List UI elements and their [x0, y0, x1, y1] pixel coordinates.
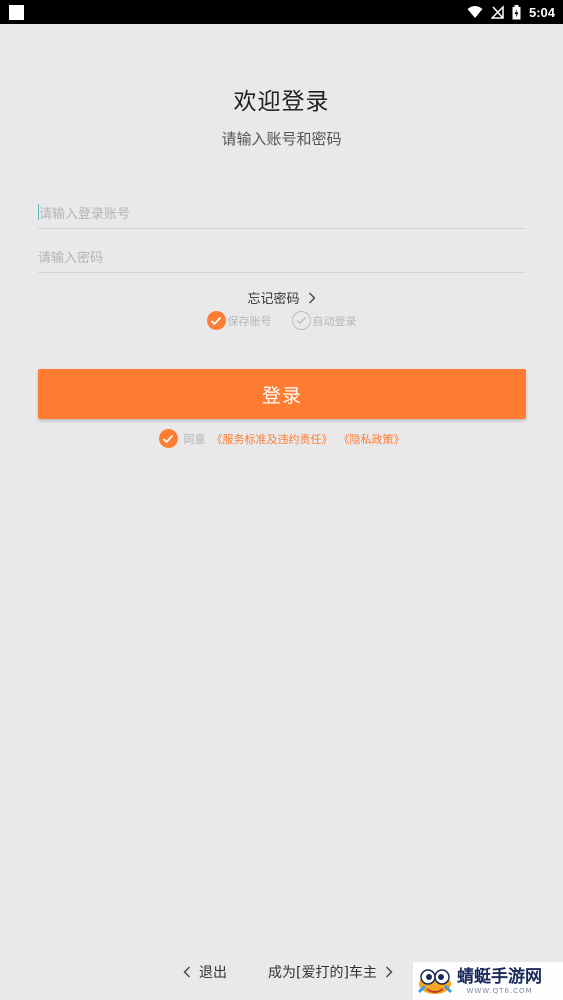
unchecked-icon [291, 311, 311, 330]
chevron-right-icon [308, 292, 316, 308]
dragonfly-logo-icon [417, 969, 453, 994]
save-account-checkbox[interactable]: 保存账号 [206, 311, 272, 330]
forgot-password-link[interactable]: 忘记密码 [0, 288, 563, 308]
notification-icon [9, 5, 24, 20]
auto-login-label: 自动登录 [312, 314, 357, 328]
forgot-password-label: 忘记密码 [247, 292, 300, 307]
agreement-row: 同意 《服务标准及违约责任》 《隐私政策》 [0, 429, 563, 448]
become-owner-label: 成为[爱打的]车主 [268, 965, 377, 981]
clock: 5:04 [528, 4, 555, 20]
wifi-icon [467, 6, 483, 18]
checked-icon [206, 311, 226, 330]
no-signal-icon [490, 5, 504, 19]
battery-icon [512, 4, 521, 19]
become-owner-button[interactable]: 成为[爱打的]车主 [268, 962, 393, 982]
site-watermark: 蜻蜓手游网 WWW.QT6.COM [413, 962, 563, 1000]
save-account-label: 保存账号 [227, 314, 272, 328]
privacy-policy-link[interactable]: 《隐私政策》 [339, 431, 405, 447]
auto-login-checkbox[interactable]: 自动登录 [291, 311, 357, 330]
agreement-checkbox[interactable] [158, 429, 178, 448]
account-field[interactable] [38, 184, 526, 229]
exit-button[interactable]: 退出 [183, 962, 227, 982]
status-bar: 5:04 [0, 0, 563, 24]
agreement-prefix: 同意 [183, 432, 206, 446]
chevron-left-icon [183, 966, 190, 978]
account-input[interactable] [38, 207, 526, 222]
chevron-right-icon [385, 966, 393, 978]
watermark-name: 蜻蜓手游网 [457, 966, 542, 987]
password-input[interactable] [38, 251, 525, 266]
login-options: 保存账号 自动登录 [0, 311, 563, 330]
exit-label: 退出 [199, 965, 227, 981]
service-terms-link[interactable]: 《服务标准及违约责任》 [212, 431, 333, 447]
page-title: 欢迎登录 [233, 89, 330, 115]
login-button[interactable]: 登录 [38, 369, 526, 419]
watermark-url: WWW.QT6.COM [466, 986, 533, 995]
page-subtitle: 请输入账号和密码 [221, 130, 342, 148]
password-field[interactable] [38, 228, 525, 273]
status-icons: 5:04 [467, 3, 555, 21]
